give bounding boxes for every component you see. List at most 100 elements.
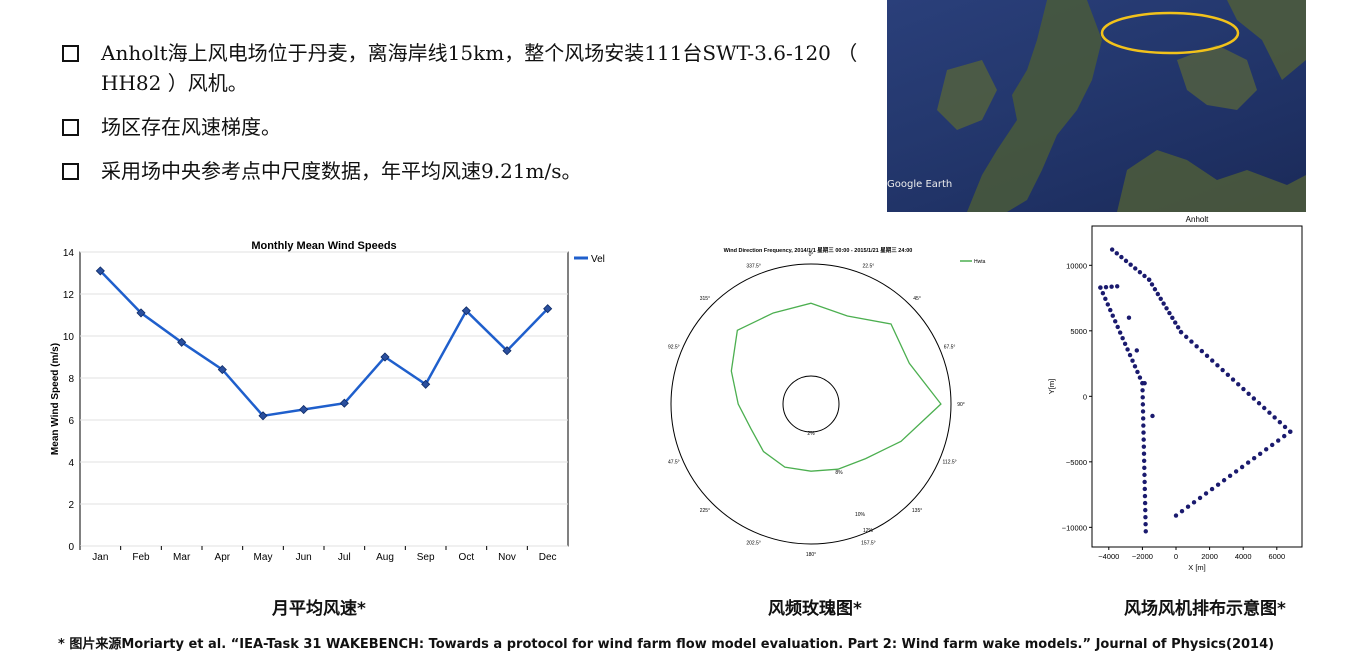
turbine-point xyxy=(1135,369,1140,375)
turbine-point xyxy=(1185,504,1191,509)
turbine-point xyxy=(1199,348,1205,354)
turbine-point xyxy=(1123,258,1129,264)
turbine-point xyxy=(1149,282,1155,287)
outer-ring xyxy=(670,263,952,545)
turbine-point xyxy=(1126,315,1132,320)
y-tick-label: 8 xyxy=(68,374,74,385)
y-tick-label: 10 xyxy=(63,332,75,343)
turbine-point xyxy=(1140,395,1145,400)
turbine-point xyxy=(1233,469,1239,474)
turbine-point xyxy=(1143,514,1148,520)
bullet-item: 场区存在风速梯度。 xyxy=(62,112,862,142)
turbine-point xyxy=(1142,381,1147,386)
bullet-item: 采用场中央参考点中尺度数据，年平均风速9.21m/s。 xyxy=(62,156,862,186)
y-tick-label: 14 xyxy=(63,248,75,259)
x-tick-label: 0 xyxy=(1174,552,1178,561)
plot-area xyxy=(79,251,569,547)
turbine-layout-svg: Anholt −4000 −2000 0 2000 4000 6000 10000 5000 0 −… xyxy=(1047,215,1303,572)
direction-label: 225° xyxy=(700,508,710,514)
turbine-point xyxy=(1115,324,1120,330)
turbine-point xyxy=(1127,352,1133,358)
turbine-point xyxy=(1189,339,1194,344)
x-tick-label: Jul xyxy=(338,552,351,563)
x-tick-label: Jun xyxy=(296,552,312,563)
turbine-point xyxy=(1191,500,1197,505)
turbine-point xyxy=(1230,377,1236,382)
monthly-wind-chart: 0 2 4 6 8 10 12 14 Jan Feb Mar Apr May Jun Jul Aug Sep Oc… xyxy=(40,232,620,572)
turbine-point xyxy=(1117,330,1123,335)
turbine-point xyxy=(1115,284,1120,289)
turbine-point xyxy=(1270,442,1275,448)
x-tick-label: Aug xyxy=(376,552,394,563)
y-tick-label: 2 xyxy=(68,500,74,511)
turbine-point xyxy=(1245,460,1251,465)
x-tick-label: Feb xyxy=(132,552,150,563)
turbine-point xyxy=(1227,473,1233,479)
turbine-point xyxy=(1103,284,1109,290)
y-tick-label: −5000 xyxy=(1066,458,1087,467)
turbine-point xyxy=(1109,284,1114,289)
x-tick-label: Nov xyxy=(498,552,516,563)
turbine-point xyxy=(1142,465,1147,471)
turbine-point xyxy=(1267,410,1272,415)
turbine-point xyxy=(1263,447,1269,452)
y-tick-label: 0 xyxy=(68,542,74,553)
direction-label: 0° xyxy=(809,252,814,258)
turbine-point xyxy=(1140,402,1146,407)
y-tick-label: 12 xyxy=(63,290,75,301)
turbine-point xyxy=(1262,405,1267,411)
turbine-point xyxy=(1143,522,1148,527)
bullet-text: 采用场中央参考点中尺度数据，年平均风速9.21m/s。 xyxy=(101,159,582,183)
x-tick-label: 6000 xyxy=(1268,552,1285,561)
turbine-point xyxy=(1164,306,1169,311)
inner-ring xyxy=(782,375,840,433)
turbine-point xyxy=(1276,438,1281,443)
turbine-point xyxy=(1105,302,1111,307)
turbine-point xyxy=(1170,315,1175,321)
turbine-point xyxy=(1215,482,1221,487)
turbine-point xyxy=(1133,266,1138,271)
ring-label: 12% xyxy=(863,528,874,534)
square-bullet-icon xyxy=(62,163,79,180)
plot-area xyxy=(1091,225,1303,548)
x-tick-label: Sep xyxy=(417,552,435,563)
turbine-point xyxy=(1197,495,1203,501)
x-tick-label: Jan xyxy=(92,552,108,563)
turbine-point xyxy=(1241,386,1246,392)
legend-label: Vel xyxy=(591,254,605,265)
turbine-point xyxy=(1128,262,1133,267)
ring-label: 10% xyxy=(855,512,866,518)
bullet-item: Anholt海上风电场位于丹麦，离海岸线15km，整个风场安装111台SWT-3… xyxy=(62,38,862,98)
turbine-point xyxy=(1251,396,1257,401)
direction-label: 22.5° xyxy=(863,263,875,269)
turbine-point xyxy=(1142,479,1147,485)
direction-label: 292.5° xyxy=(668,345,680,351)
y-tick-label: 0 xyxy=(1083,392,1087,401)
turbine-point xyxy=(1173,513,1179,518)
y-tick-label: 4 xyxy=(68,458,74,469)
chart-title: Anholt xyxy=(1186,215,1209,224)
turbine-point xyxy=(1098,285,1103,290)
direction-label: 45° xyxy=(913,296,921,302)
turbine-point xyxy=(1225,372,1231,378)
direction-label: 247.5° xyxy=(668,459,680,465)
turbine-point xyxy=(1204,353,1210,359)
turbine-point xyxy=(1158,296,1163,301)
turbine-point xyxy=(1137,375,1143,380)
chart-title: Wind Direction Frequency, 2014/1/1 星期三 0… xyxy=(724,246,913,254)
turbine-point xyxy=(1113,319,1118,324)
turbine-point xyxy=(1137,269,1143,275)
ring-label: 8% xyxy=(835,470,843,476)
turbine-point xyxy=(1257,451,1263,456)
turbine-point xyxy=(1282,433,1287,439)
x-tick-label: Dec xyxy=(539,552,557,563)
x-tick-label: May xyxy=(254,552,273,563)
turbine-point xyxy=(1143,529,1148,534)
direction-label: 157.5° xyxy=(861,541,876,547)
turbine-layout-chart: Anholt −4000 −2000 0 2000 4000 6000 10000 5000 0 −… xyxy=(1040,212,1310,572)
turbine-point xyxy=(1142,486,1147,492)
turbine-point xyxy=(1184,334,1189,340)
x-tick-label: Apr xyxy=(215,552,231,563)
turbine-point xyxy=(1141,444,1147,449)
x-tick-label: Oct xyxy=(459,552,475,563)
